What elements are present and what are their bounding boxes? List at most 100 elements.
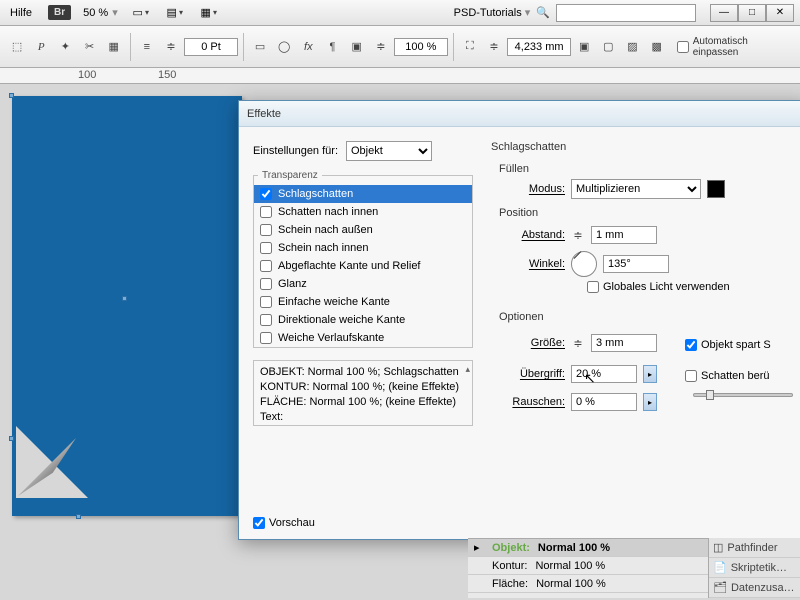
fx-icon[interactable]: fx — [297, 35, 319, 59]
summary-line: FLÄCHE: Normal 100 %; (keine Effekte) — [260, 395, 466, 410]
paragraph-icon[interactable]: ¶ — [321, 35, 343, 59]
grid-icon[interactable]: ▦ — [103, 35, 125, 59]
shadow-color-swatch[interactable] — [707, 180, 725, 198]
angle-wheel[interactable] — [571, 251, 597, 277]
effect-check[interactable] — [260, 296, 272, 308]
fit-content-icon[interactable]: ▣ — [573, 35, 595, 59]
fill-frame-icon[interactable]: ▩ — [646, 35, 668, 59]
angle-input[interactable] — [603, 255, 669, 273]
close-button[interactable]: ✕ — [766, 4, 794, 22]
shadow-honor-checkbox[interactable] — [685, 370, 697, 382]
effect-check[interactable] — [260, 278, 272, 290]
spread-spinner[interactable]: ▸ — [643, 365, 657, 383]
width-input[interactable] — [507, 38, 571, 56]
summary-line: OBJEKT: Normal 100 %; Schlagschatten — [260, 365, 466, 380]
blend-mode-select[interactable]: Multiplizieren — [571, 179, 701, 199]
stroke-weight-icon[interactable]: ≡ — [136, 35, 158, 59]
rect-tool-icon[interactable]: ▭ — [249, 35, 271, 59]
noise-spinner[interactable]: ▸ — [643, 393, 657, 411]
fit-frame-icon[interactable]: ▢ — [597, 35, 619, 59]
noise-label: Rauschen: — [507, 396, 565, 408]
global-light-checkbox[interactable] — [587, 281, 599, 293]
effect-schatten-innen[interactable]: Schatten nach innen — [254, 203, 472, 221]
view-arrange-icon[interactable]: ▦ — [198, 3, 220, 23]
effect-feather-directional[interactable]: Direktionale weiche Kante — [254, 311, 472, 329]
stepper-icon[interactable]: ≑ — [370, 35, 392, 59]
effect-check[interactable] — [260, 206, 272, 218]
stepper-icon[interactable]: ≑ — [160, 35, 182, 59]
object-knockout-checkbox[interactable] — [685, 339, 697, 351]
curl-shape — [18, 438, 76, 496]
effect-check[interactable] — [260, 188, 272, 200]
document-page[interactable] — [12, 96, 242, 516]
scroll-up-icon[interactable]: ▴ — [465, 363, 470, 375]
wand-icon[interactable]: ✦ — [54, 35, 76, 59]
page-curl-effect — [16, 408, 106, 498]
selection-handle[interactable] — [9, 436, 14, 441]
panel-scripts[interactable]: 📄Skriptetik… — [709, 558, 800, 578]
settings-for-select[interactable]: Objekt — [346, 141, 432, 161]
stepper-icon[interactable]: ≑ — [571, 223, 585, 247]
selection-handle[interactable] — [122, 296, 127, 301]
panel-value: Normal 100 % — [536, 578, 606, 590]
scissors-icon[interactable]: ✂ — [78, 35, 100, 59]
crop-icon[interactable]: ⛶ — [459, 35, 481, 59]
ruler-tick: 100 — [78, 69, 96, 81]
effect-schlagschatten[interactable]: Schlagschatten — [254, 185, 472, 203]
preview-label: Vorschau — [269, 517, 315, 529]
view-screen-icon[interactable]: ▭ — [130, 3, 152, 23]
size-input[interactable] — [591, 334, 657, 352]
zoom-dropdown[interactable]: 50 % ▾ — [83, 6, 118, 19]
selection-handle[interactable] — [76, 514, 81, 519]
effect-schein-aussen[interactable]: Schein nach außen — [254, 221, 472, 239]
stepper-icon[interactable]: ≑ — [483, 35, 505, 59]
effect-check[interactable] — [260, 224, 272, 236]
control-toolbar: ⬚ P ✦ ✂ ▦ ≡ ≑ ▭ ◯ fx ¶ ▣ ≑ ⛶ ≑ ▣ ▢ ▨ ▩ A… — [0, 26, 800, 68]
effect-bevel[interactable]: Abgeflachte Kante und Relief — [254, 257, 472, 275]
effect-feather-basic[interactable]: Einfache weiche Kante — [254, 293, 472, 311]
transparency-group: Transparenz Schlagschatten Schatten nach… — [253, 175, 473, 348]
auto-fit-checkbox[interactable]: Automatisch einpassen — [670, 35, 794, 59]
search-input[interactable] — [556, 4, 696, 22]
text-wrap-icon[interactable]: ▣ — [346, 35, 368, 59]
distance-input[interactable] — [591, 226, 657, 244]
panel-label: Fläche: — [492, 578, 528, 590]
effect-glanz[interactable]: Glanz — [254, 275, 472, 293]
spread-label: Übergriff: — [507, 368, 565, 380]
effect-label: Abgeflachte Kante und Relief — [278, 260, 421, 272]
effect-check[interactable] — [260, 314, 272, 326]
center-content-icon[interactable]: ▨ — [621, 35, 643, 59]
spread-input[interactable] — [571, 365, 637, 383]
effect-schein-innen[interactable]: Schein nach innen — [254, 239, 472, 257]
minimize-button[interactable]: — — [710, 4, 738, 22]
tutorials-dropdown[interactable]: PSD-Tutorials ▾ — [454, 6, 531, 19]
data-icon: 🗂 — [713, 581, 727, 594]
view-layout-icon[interactable]: ▤ — [164, 3, 186, 23]
effect-feather-gradient[interactable]: Weiche Verlaufskante — [254, 329, 472, 347]
effect-check[interactable] — [260, 260, 272, 272]
menu-help[interactable]: Hilfe — [6, 4, 36, 22]
dialog-titlebar[interactable]: Effekte — [239, 101, 800, 127]
shadow-honor-label: Schatten berü — [701, 370, 770, 382]
script-icon: 📄 — [713, 561, 727, 574]
panel-pathfinder[interactable]: ◫Pathfinder — [709, 538, 800, 558]
ellipse-tool-icon[interactable]: ◯ — [273, 35, 295, 59]
summary-line: Text: — [260, 410, 466, 425]
bridge-badge[interactable]: Br — [48, 5, 71, 20]
effect-check[interactable] — [260, 242, 272, 254]
noise-input[interactable] — [571, 393, 637, 411]
panel-data-merge[interactable]: 🗂Datenzusa… — [709, 578, 800, 598]
auto-fit-check[interactable] — [677, 41, 689, 53]
opacity-input[interactable] — [394, 38, 448, 56]
type-p-icon[interactable]: P — [30, 35, 52, 59]
stepper-icon[interactable]: ≑ — [571, 331, 585, 355]
slider-thumb[interactable] — [706, 390, 714, 400]
preview-checkbox[interactable] — [253, 517, 265, 529]
maximize-button[interactable]: □ — [738, 4, 766, 22]
selection-tool-icon[interactable]: ⬚ — [6, 35, 28, 59]
effect-label: Schein nach innen — [278, 242, 369, 254]
effect-check[interactable] — [260, 332, 272, 344]
stroke-weight-input[interactable] — [184, 38, 238, 56]
noise-slider[interactable] — [693, 393, 793, 397]
selection-handle[interactable] — [9, 93, 14, 98]
